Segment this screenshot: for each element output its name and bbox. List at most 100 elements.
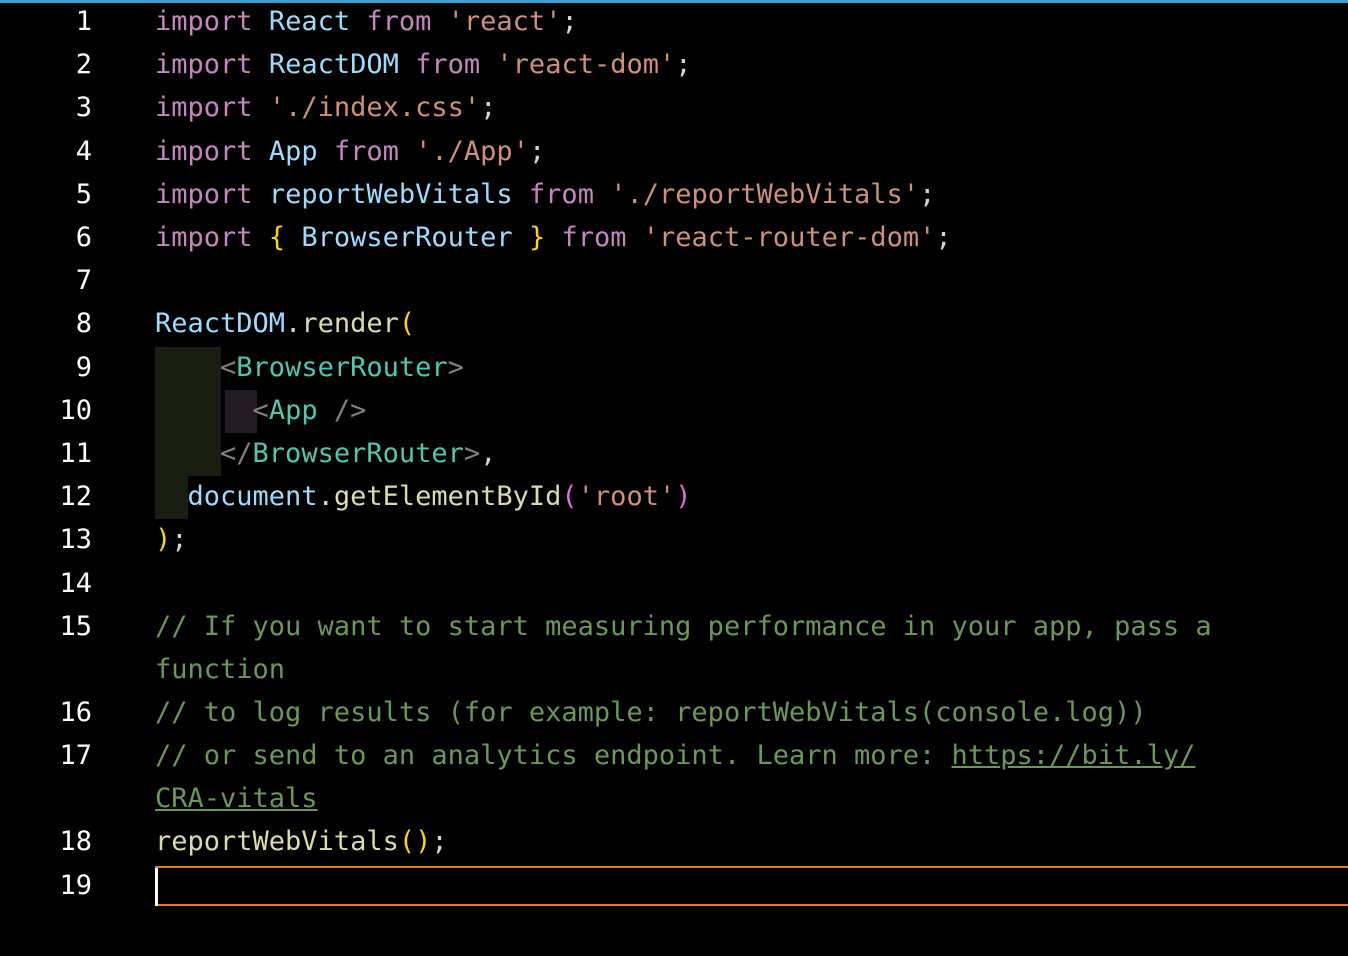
code-token: './index.css' xyxy=(268,92,481,123)
line-number: 19 xyxy=(59,870,92,901)
code-text: import reportWebVitals from './reportWeb… xyxy=(155,173,935,216)
code-text: <App /> xyxy=(155,389,367,432)
code-token: </ xyxy=(220,438,253,469)
code-line-13[interactable]: 13); xyxy=(0,518,1348,561)
code-token: BrowserRouter xyxy=(236,352,448,383)
code-token: ) xyxy=(155,524,172,555)
code-token: 'react' xyxy=(447,6,562,37)
code-token: ; xyxy=(919,179,936,210)
code-token: 'root' xyxy=(577,481,676,512)
code-line-9[interactable]: 9 <BrowserRouter> xyxy=(0,346,1348,389)
code-token: > xyxy=(463,438,481,469)
code-token: getElementById xyxy=(333,481,562,512)
code-token: import xyxy=(155,49,253,80)
code-text-wrapped: CRA-vitals xyxy=(155,777,318,820)
code-token: './reportWebVitals' xyxy=(610,179,920,210)
code-token: ; xyxy=(935,222,952,253)
code-text-wrapped: function xyxy=(155,648,285,691)
code-token: from xyxy=(561,222,627,253)
code-line-12[interactable]: 12 document.getElementById('root') xyxy=(0,475,1348,518)
code-token: render xyxy=(301,308,399,339)
code-text: // If you want to start measuring perfor… xyxy=(155,605,1212,648)
code-token: import xyxy=(155,6,253,37)
code-token: from xyxy=(366,6,432,37)
line-number: 7 xyxy=(75,265,92,296)
code-line-10[interactable]: 10 <App /> xyxy=(0,389,1348,432)
code-token: './App' xyxy=(415,136,529,167)
line-number: 10 xyxy=(59,395,92,426)
code-token: ReactDOM xyxy=(268,49,399,80)
code-line-18[interactable]: 18 reportWebVitals(); xyxy=(0,820,1348,863)
code-token: > xyxy=(447,352,464,383)
code-line-6[interactable]: 6 import { BrowserRouter } from 'react-ro… xyxy=(0,216,1348,259)
code-text: // to log results (for example: reportWe… xyxy=(155,691,1147,734)
code-token: ; xyxy=(528,136,546,167)
code-token: < xyxy=(220,352,237,383)
code-line-15-wrapped[interactable]: function xyxy=(0,648,1348,691)
code-token: , xyxy=(480,438,497,469)
line-number: 14 xyxy=(59,568,92,599)
code-token: // to log results (for example: reportWe… xyxy=(155,697,1147,728)
code-token: from xyxy=(333,136,399,167)
line-number: 3 xyxy=(75,92,92,123)
code-token: ReactDOM xyxy=(155,308,286,339)
code-token: () xyxy=(398,826,432,857)
code-line-7[interactable]: 7 xyxy=(0,259,1348,302)
line-number: 9 xyxy=(75,352,92,383)
code-line-17[interactable]: 17 // or send to an analytics endpoint. L… xyxy=(0,734,1348,777)
code-token[interactable]: https://bit.ly/ xyxy=(952,740,1196,771)
code-token: ; xyxy=(561,6,578,37)
code-token: ) xyxy=(675,481,692,512)
code-token: BrowserRouter xyxy=(301,222,513,253)
code-token: App xyxy=(268,136,318,167)
code-token[interactable]: CRA-vitals xyxy=(155,783,318,814)
line-number: 13 xyxy=(59,524,92,555)
code-line-8[interactable]: 8 ReactDOM.render( xyxy=(0,302,1348,345)
code-line-15[interactable]: 15 // If you want to start measuring perf… xyxy=(0,605,1348,648)
line-number: 17 xyxy=(59,740,92,771)
line-number: 15 xyxy=(59,611,92,642)
code-token: ( xyxy=(398,308,416,339)
current-line-highlight xyxy=(155,866,1348,906)
code-line-3[interactable]: 3 import './index.css'; xyxy=(0,86,1348,129)
code-token: { xyxy=(268,222,286,253)
code-editor[interactable]: 1 import React from 'react'; 2 import React… xyxy=(0,0,1348,956)
code-token: reportWebVitals xyxy=(268,179,513,210)
line-number: 6 xyxy=(75,222,92,253)
code-text: ReactDOM.render( xyxy=(155,302,415,345)
code-text: <BrowserRouter> xyxy=(155,346,464,389)
code-token: // or send to an analytics endpoint. Lea… xyxy=(155,740,952,771)
code-line-5[interactable]: 5 import reportWebVitals from './reportWe… xyxy=(0,173,1348,216)
code-token: from xyxy=(415,49,481,80)
code-text: document.getElementById('root') xyxy=(155,475,692,518)
code-text: import './index.css'; xyxy=(155,86,496,129)
code-token: ; xyxy=(675,49,692,80)
code-line-17-wrapped[interactable]: CRA-vitals xyxy=(0,777,1348,820)
code-token: reportWebVitals xyxy=(155,826,399,857)
code-token: ; xyxy=(480,92,497,123)
line-number: 8 xyxy=(75,308,92,339)
code-line-2[interactable]: 2 import ReactDOM from 'react-dom'; xyxy=(0,43,1348,86)
line-number: 16 xyxy=(59,697,92,728)
code-line-16[interactable]: 16 // to log results (for example: report… xyxy=(0,691,1348,734)
line-number: 11 xyxy=(59,438,92,469)
code-token: App xyxy=(268,395,318,426)
code-line-11[interactable]: 11 </BrowserRouter>, xyxy=(0,432,1348,475)
code-line-4[interactable]: 4 import App from './App'; xyxy=(0,130,1348,173)
code-line-1[interactable]: 1 import React from 'react'; xyxy=(0,0,1348,43)
code-line-14[interactable]: 14 xyxy=(0,562,1348,605)
